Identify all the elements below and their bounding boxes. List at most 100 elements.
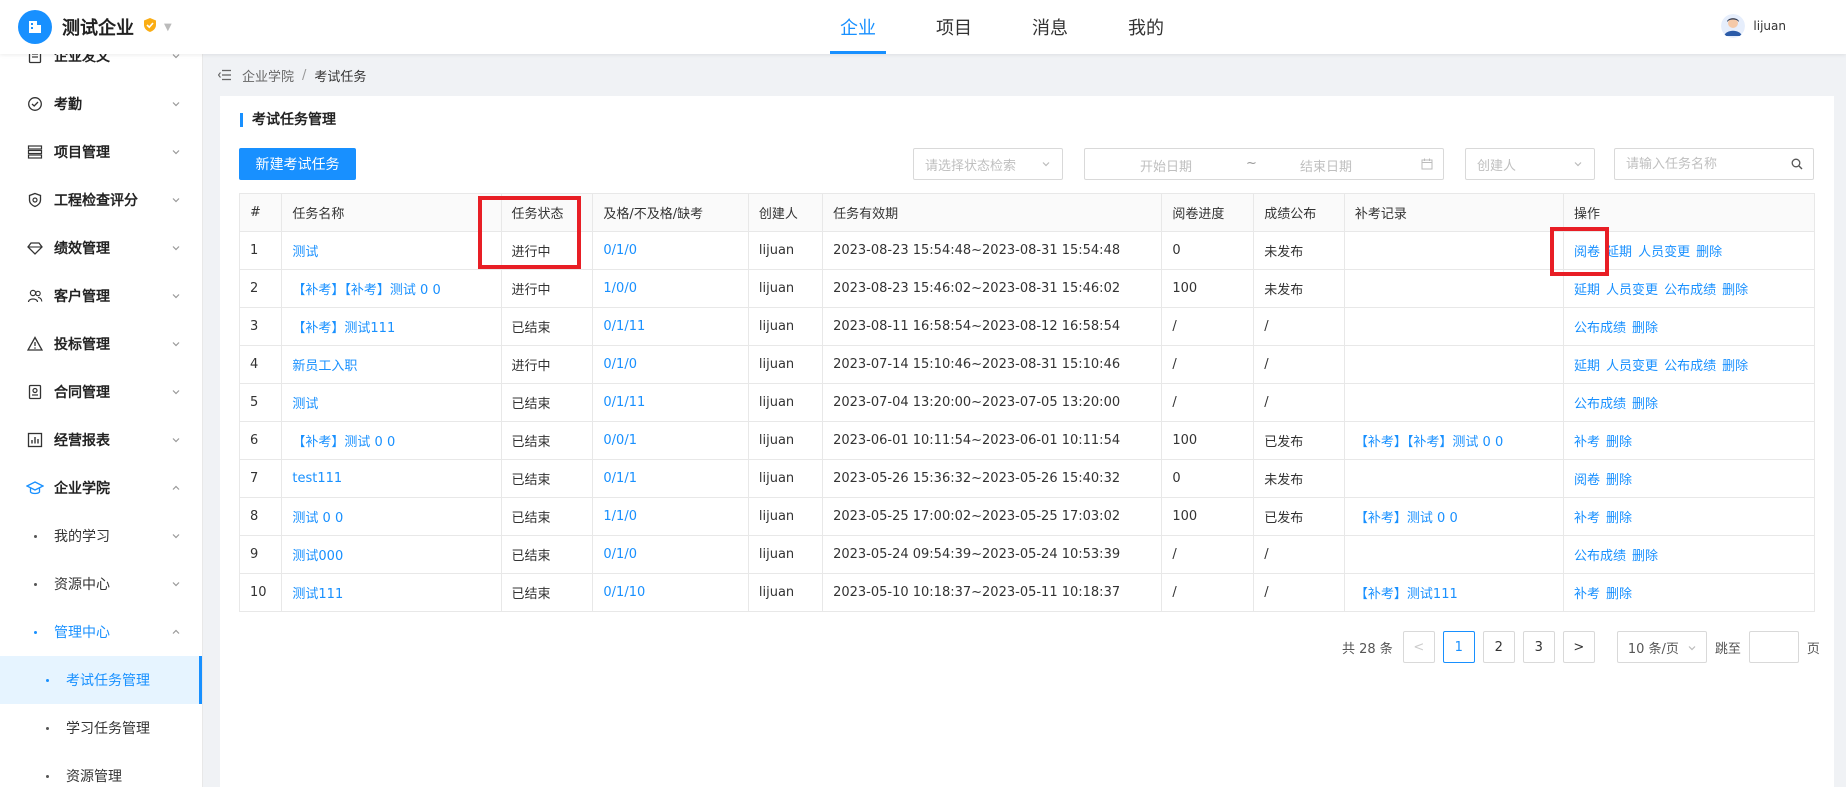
cell-pass-stats[interactable]: 1/0/0 xyxy=(592,269,749,308)
cell-pass-stats[interactable]: 0/1/11 xyxy=(592,383,749,422)
change-members-link[interactable]: 人员变更 xyxy=(1606,283,1658,298)
extend-link[interactable]: 延期 xyxy=(1606,245,1632,260)
cell-pass-stats[interactable]: 0/1/10 xyxy=(592,573,749,612)
user-menu[interactable]: lijuan xyxy=(1721,14,1786,38)
cell-pass-stats[interactable]: 0/1/1 xyxy=(592,459,749,498)
publish-score-link[interactable]: 公布成绩 xyxy=(1574,397,1626,412)
delete-link[interactable]: 删除 xyxy=(1722,283,1748,298)
sidebar-item-exam-tasks[interactable]: 考试任务管理 xyxy=(0,656,202,704)
sidebar-item-resources[interactable]: 资源管理 xyxy=(0,752,202,787)
sidebar-item-study-tasks[interactable]: 学习任务管理 xyxy=(0,704,202,752)
creator-select[interactable]: 创建人 xyxy=(1465,148,1595,180)
cell-pass-stats[interactable]: 0/1/0 xyxy=(592,345,749,384)
cell-publish: 未发布 xyxy=(1253,231,1345,270)
sidebar-item-contracts[interactable]: 合同管理 xyxy=(0,368,202,416)
delete-link[interactable]: 删除 xyxy=(1606,435,1632,450)
page-2-button[interactable]: 2 xyxy=(1482,631,1515,663)
sidebar-item-customers[interactable]: 客户管理 xyxy=(0,272,202,320)
page-3-button[interactable]: 3 xyxy=(1522,631,1555,663)
read-exam-link[interactable]: 阅卷 xyxy=(1574,245,1600,260)
avatar xyxy=(1721,14,1746,38)
publish-score-link[interactable]: 公布成绩 xyxy=(1574,321,1626,336)
cell-task-name[interactable]: 新员工入职 xyxy=(281,345,502,384)
company-switcher[interactable]: 测试企业 ▼ xyxy=(18,10,172,44)
sidebar-item-inspection[interactable]: 工程检查评分 xyxy=(0,176,202,224)
publish-score-link[interactable]: 公布成绩 xyxy=(1664,283,1716,298)
verified-badge-icon xyxy=(142,17,158,37)
sidebar-item-projects[interactable]: 项目管理 xyxy=(0,128,202,176)
change-members-link[interactable]: 人员变更 xyxy=(1638,245,1690,260)
delete-link[interactable]: 删除 xyxy=(1606,511,1632,526)
status-select[interactable]: 请选择状态检索 xyxy=(913,148,1063,180)
cell-task-name[interactable]: 测试 xyxy=(281,231,502,270)
cell-task-name[interactable]: test111 xyxy=(281,459,502,498)
delete-link[interactable]: 删除 xyxy=(1632,549,1658,564)
cell-actions: 公布成绩 删除 xyxy=(1563,535,1815,574)
makeup-exam-link[interactable]: 补考 xyxy=(1574,511,1600,526)
makeup-exam-link[interactable]: 补考 xyxy=(1574,435,1600,450)
delete-link[interactable]: 删除 xyxy=(1606,473,1632,488)
sidebar-item-management-center[interactable]: 管理中心 xyxy=(0,608,202,656)
sidebar-item-performance[interactable]: 绩效管理 xyxy=(0,224,202,272)
page-1-button[interactable]: 1 xyxy=(1442,631,1475,663)
cell-pass-stats[interactable]: 0/0/1 xyxy=(592,421,749,460)
publish-score-link[interactable]: 公布成绩 xyxy=(1664,359,1716,374)
sidebar-item-label: 合同管理 xyxy=(54,385,110,401)
cell-period: 2023-08-23 15:46:02~2023-08-31 15:46:02 xyxy=(822,269,1163,308)
cell-makeup[interactable]: 【补考】【补考】测试 0 0 xyxy=(1343,421,1565,460)
chevron-up-icon xyxy=(172,629,180,634)
cell-pass-stats[interactable]: 1/1/0 xyxy=(592,497,749,536)
publish-score-link[interactable]: 公布成绩 xyxy=(1574,549,1626,564)
cell-pass-stats[interactable]: 0/1/0 xyxy=(592,535,749,574)
cell-makeup[interactable]: 【补考】测试 0 0 xyxy=(1343,497,1565,536)
nav-messages[interactable]: 消息 xyxy=(1002,0,1098,54)
makeup-exam-link[interactable]: 补考 xyxy=(1574,587,1600,602)
sidebar-item-bidding[interactable]: 投标管理 xyxy=(0,320,202,368)
cell-task-name[interactable]: 【补考】【补考】测试 0 0 xyxy=(281,269,502,308)
change-members-link[interactable]: 人员变更 xyxy=(1606,359,1658,374)
cell-task-name[interactable]: 测试000 xyxy=(281,535,502,574)
nav-enterprise[interactable]: 企业 xyxy=(810,0,906,54)
sidebar-item-attendance[interactable]: 考勤 xyxy=(0,80,202,128)
sidebar-item-documents[interactable]: 企业发文 xyxy=(0,54,202,80)
cell-pass-stats[interactable]: 0/1/11 xyxy=(592,307,749,346)
cell-task-name[interactable]: 测试 xyxy=(281,383,502,422)
sidebar-item-label: 投标管理 xyxy=(54,337,110,353)
page-size-select[interactable]: 10 条/页 xyxy=(1616,631,1707,663)
sidebar-item-my-learning[interactable]: 我的学习 xyxy=(0,512,202,560)
cell-task-name[interactable]: 【补考】测试 0 0 xyxy=(281,421,502,460)
new-exam-task-button[interactable]: 新建考试任务 xyxy=(239,148,356,180)
cell-pass-stats[interactable]: 0/1/0 xyxy=(592,231,749,270)
delete-link[interactable]: 删除 xyxy=(1606,587,1632,602)
nav-mine[interactable]: 我的 xyxy=(1098,0,1194,54)
breadcrumb-academy[interactable]: 企业学院 xyxy=(242,66,294,85)
nav-projects[interactable]: 项目 xyxy=(906,0,1002,54)
extend-link[interactable]: 延期 xyxy=(1574,283,1600,298)
date-range-picker[interactable]: 开始日期 ~ 结束日期 xyxy=(1084,148,1444,180)
search-icon[interactable] xyxy=(1791,158,1803,170)
cell-makeup xyxy=(1343,269,1565,308)
cell-task-name[interactable]: 测试 0 0 xyxy=(281,497,502,536)
sidebar-item-reports[interactable]: 经营报表 xyxy=(0,416,202,464)
delete-link[interactable]: 删除 xyxy=(1696,245,1722,260)
cell-actions: 补考 删除 xyxy=(1563,421,1815,460)
delete-link[interactable]: 删除 xyxy=(1632,397,1658,412)
sidebar-item-resource-center[interactable]: 资源中心 xyxy=(0,560,202,608)
read-exam-link[interactable]: 阅卷 xyxy=(1574,473,1600,488)
delete-link[interactable]: 删除 xyxy=(1722,359,1748,374)
sidebar-item-academy[interactable]: 企业学院 xyxy=(0,464,202,512)
delete-link[interactable]: 删除 xyxy=(1632,321,1658,336)
cell-task-name[interactable]: 测试111 xyxy=(281,573,502,612)
cell-creator: lijuan xyxy=(747,231,824,270)
column-header-index: # xyxy=(238,193,283,232)
collapse-menu-icon[interactable] xyxy=(218,69,232,81)
next-page-button[interactable]: > xyxy=(1562,631,1595,663)
chevron-down-icon xyxy=(1574,162,1582,167)
cell-makeup[interactable]: 【补考】测试111 xyxy=(1343,573,1565,612)
start-date-placeholder: 开始日期 xyxy=(1140,160,1193,175)
jump-to-page-input[interactable] xyxy=(1748,631,1799,663)
prev-page-button[interactable]: < xyxy=(1402,631,1435,663)
extend-link[interactable]: 延期 xyxy=(1574,359,1600,374)
cell-task-name[interactable]: 【补考】测试111 xyxy=(281,307,502,346)
task-name-search-input[interactable] xyxy=(1615,150,1775,178)
